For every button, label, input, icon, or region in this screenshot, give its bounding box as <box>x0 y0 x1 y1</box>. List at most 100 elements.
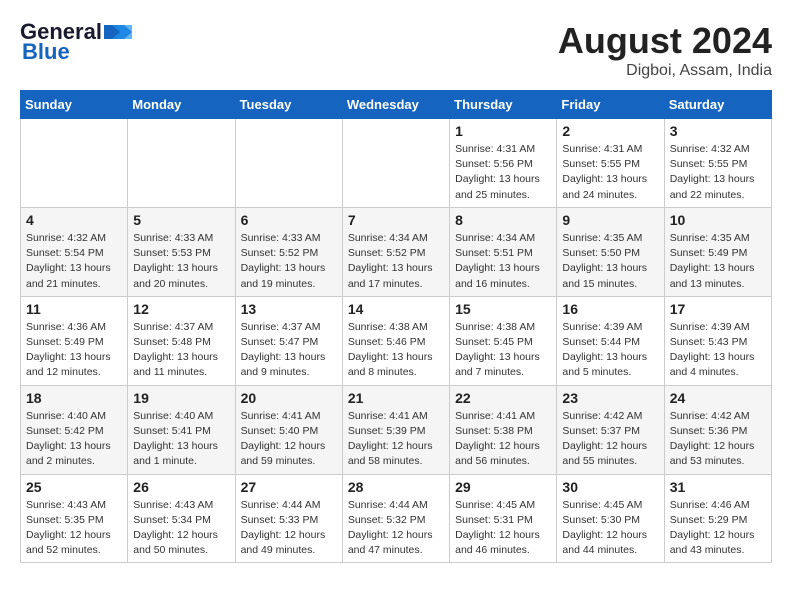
weekday-header: Tuesday <box>235 91 342 119</box>
calendar-day <box>342 119 449 208</box>
day-info: Sunrise: 4:41 AM Sunset: 5:38 PM Dayligh… <box>455 409 551 470</box>
day-number: 2 <box>562 123 658 139</box>
day-info: Sunrise: 4:34 AM Sunset: 5:52 PM Dayligh… <box>348 231 444 292</box>
day-info: Sunrise: 4:45 AM Sunset: 5:31 PM Dayligh… <box>455 498 551 559</box>
day-number: 26 <box>133 479 229 495</box>
calendar-day: 6 Sunrise: 4:33 AM Sunset: 5:52 PM Daylig… <box>235 207 342 296</box>
day-number: 31 <box>670 479 766 495</box>
day-info: Sunrise: 4:44 AM Sunset: 5:32 PM Dayligh… <box>348 498 444 559</box>
day-number: 20 <box>241 390 337 406</box>
calendar-day: 5Sunrise: 4:33 AM Sunset: 5:53 PM Daylig… <box>128 207 235 296</box>
calendar-day <box>21 119 128 208</box>
day-info: Sunrise: 4:41 AM Sunset: 5:39 PM Dayligh… <box>348 409 444 470</box>
day-info: Sunrise: 4:35 AM Sunset: 5:50 PM Dayligh… <box>562 231 658 292</box>
calendar-day: 29Sunrise: 4:45 AM Sunset: 5:31 PM Dayli… <box>450 474 557 563</box>
calendar-day: 17Sunrise: 4:39 AM Sunset: 5:43 PM Dayli… <box>664 296 771 385</box>
day-number: 14 <box>348 301 444 317</box>
calendar-week: 25Sunrise: 4:43 AM Sunset: 5:35 PM Dayli… <box>21 474 772 563</box>
calendar-week: 18 Sunrise: 4:40 AM Sunset: 5:42 PM Dayli… <box>21 385 772 474</box>
day-number: 16 <box>562 301 658 317</box>
calendar-day: 25Sunrise: 4:43 AM Sunset: 5:35 PM Dayli… <box>21 474 128 563</box>
logo: General Blue <box>20 20 132 64</box>
day-info: Sunrise: 4:32 AM Sunset: 5:54 PM Dayligh… <box>26 231 122 292</box>
day-info: Sunrise: 4:33 AM Sunset: 5:53 PM Dayligh… <box>133 231 229 292</box>
location: Digboi, Assam, India <box>558 62 772 80</box>
calendar-day: 20 Sunrise: 4:41 AM Sunset: 5:40 PM Dayli… <box>235 385 342 474</box>
day-number: 8 <box>455 212 551 228</box>
calendar-week: 11Sunrise: 4:36 AM Sunset: 5:49 PM Dayli… <box>21 296 772 385</box>
day-info: Sunrise: 4:43 AM Sunset: 5:34 PM Dayligh… <box>133 498 229 559</box>
calendar-day <box>128 119 235 208</box>
calendar-day: 8Sunrise: 4:34 AM Sunset: 5:51 PM Daylig… <box>450 207 557 296</box>
calendar-day: 9 Sunrise: 4:35 AM Sunset: 5:50 PM Daylig… <box>557 207 664 296</box>
day-number: 1 <box>455 123 551 139</box>
day-number: 10 <box>670 212 766 228</box>
month-year: August 2024 <box>558 20 772 62</box>
calendar-header: SundayMondayTuesdayWednesdayThursdayFrid… <box>21 91 772 119</box>
day-info: Sunrise: 4:46 AM Sunset: 5:29 PM Dayligh… <box>670 498 766 559</box>
day-info: Sunrise: 4:31 AM Sunset: 5:56 PM Dayligh… <box>455 142 551 203</box>
calendar-day <box>235 119 342 208</box>
calendar-day: 16Sunrise: 4:39 AM Sunset: 5:44 PM Dayli… <box>557 296 664 385</box>
calendar-day: 26 Sunrise: 4:43 AM Sunset: 5:34 PM Dayli… <box>128 474 235 563</box>
calendar-day: 28Sunrise: 4:44 AM Sunset: 5:32 PM Dayli… <box>342 474 449 563</box>
weekday-header: Friday <box>557 91 664 119</box>
day-number: 30 <box>562 479 658 495</box>
day-number: 6 <box>241 212 337 228</box>
calendar-body: 1 Sunrise: 4:31 AM Sunset: 5:56 PM Daylig… <box>21 119 772 563</box>
day-info: Sunrise: 4:45 AM Sunset: 5:30 PM Dayligh… <box>562 498 658 559</box>
day-info: Sunrise: 4:33 AM Sunset: 5:52 PM Dayligh… <box>241 231 337 292</box>
day-number: 4 <box>26 212 122 228</box>
day-number: 24 <box>670 390 766 406</box>
day-number: 9 <box>562 212 658 228</box>
day-number: 22 <box>455 390 551 406</box>
calendar-week: 4 Sunrise: 4:32 AM Sunset: 5:54 PM Daylig… <box>21 207 772 296</box>
weekday-header: Monday <box>128 91 235 119</box>
day-number: 13 <box>241 301 337 317</box>
day-info: Sunrise: 4:40 AM Sunset: 5:41 PM Dayligh… <box>133 409 229 470</box>
day-number: 3 <box>670 123 766 139</box>
day-info: Sunrise: 4:42 AM Sunset: 5:36 PM Dayligh… <box>670 409 766 470</box>
day-info: Sunrise: 4:41 AM Sunset: 5:40 PM Dayligh… <box>241 409 337 470</box>
day-info: Sunrise: 4:44 AM Sunset: 5:33 PM Dayligh… <box>241 498 337 559</box>
calendar-day: 13 Sunrise: 4:37 AM Sunset: 5:47 PM Dayli… <box>235 296 342 385</box>
calendar-day: 12Sunrise: 4:37 AM Sunset: 5:48 PM Dayli… <box>128 296 235 385</box>
calendar-day: 23 Sunrise: 4:42 AM Sunset: 5:37 PM Dayli… <box>557 385 664 474</box>
day-number: 15 <box>455 301 551 317</box>
calendar-day: 27 Sunrise: 4:44 AM Sunset: 5:33 PM Dayli… <box>235 474 342 563</box>
page-header: General Blue August 2024 Digboi, Assam, … <box>20 20 772 80</box>
day-info: Sunrise: 4:40 AM Sunset: 5:42 PM Dayligh… <box>26 409 122 470</box>
day-info: Sunrise: 4:38 AM Sunset: 5:45 PM Dayligh… <box>455 320 551 381</box>
day-info: Sunrise: 4:37 AM Sunset: 5:47 PM Dayligh… <box>241 320 337 381</box>
day-info: Sunrise: 4:32 AM Sunset: 5:55 PM Dayligh… <box>670 142 766 203</box>
weekday-header: Sunday <box>21 91 128 119</box>
logo-blue: Blue <box>20 40 70 64</box>
day-number: 7 <box>348 212 444 228</box>
day-number: 18 <box>26 390 122 406</box>
calendar-day: 14 Sunrise: 4:38 AM Sunset: 5:46 PM Dayli… <box>342 296 449 385</box>
calendar-day: 15 Sunrise: 4:38 AM Sunset: 5:45 PM Dayli… <box>450 296 557 385</box>
day-info: Sunrise: 4:31 AM Sunset: 5:55 PM Dayligh… <box>562 142 658 203</box>
calendar-day: 21Sunrise: 4:41 AM Sunset: 5:39 PM Dayli… <box>342 385 449 474</box>
calendar-week: 1 Sunrise: 4:31 AM Sunset: 5:56 PM Daylig… <box>21 119 772 208</box>
day-number: 12 <box>133 301 229 317</box>
day-number: 27 <box>241 479 337 495</box>
day-number: 23 <box>562 390 658 406</box>
day-info: Sunrise: 4:36 AM Sunset: 5:49 PM Dayligh… <box>26 320 122 381</box>
title-block: August 2024 Digboi, Assam, India <box>558 20 772 80</box>
calendar-day: 30 Sunrise: 4:45 AM Sunset: 5:30 PM Dayli… <box>557 474 664 563</box>
day-number: 19 <box>133 390 229 406</box>
calendar-day: 2 Sunrise: 4:31 AM Sunset: 5:55 PM Daylig… <box>557 119 664 208</box>
calendar-day: 18 Sunrise: 4:40 AM Sunset: 5:42 PM Dayli… <box>21 385 128 474</box>
calendar-day: 4 Sunrise: 4:32 AM Sunset: 5:54 PM Daylig… <box>21 207 128 296</box>
calendar-day: 3 Sunrise: 4:32 AM Sunset: 5:55 PM Daylig… <box>664 119 771 208</box>
day-info: Sunrise: 4:42 AM Sunset: 5:37 PM Dayligh… <box>562 409 658 470</box>
calendar-day: 31 Sunrise: 4:46 AM Sunset: 5:29 PM Dayli… <box>664 474 771 563</box>
day-number: 17 <box>670 301 766 317</box>
day-info: Sunrise: 4:35 AM Sunset: 5:49 PM Dayligh… <box>670 231 766 292</box>
weekday-header: Thursday <box>450 91 557 119</box>
calendar: SundayMondayTuesdayWednesdayThursdayFrid… <box>20 90 772 563</box>
day-info: Sunrise: 4:38 AM Sunset: 5:46 PM Dayligh… <box>348 320 444 381</box>
day-info: Sunrise: 4:43 AM Sunset: 5:35 PM Dayligh… <box>26 498 122 559</box>
calendar-day: 7 Sunrise: 4:34 AM Sunset: 5:52 PM Daylig… <box>342 207 449 296</box>
